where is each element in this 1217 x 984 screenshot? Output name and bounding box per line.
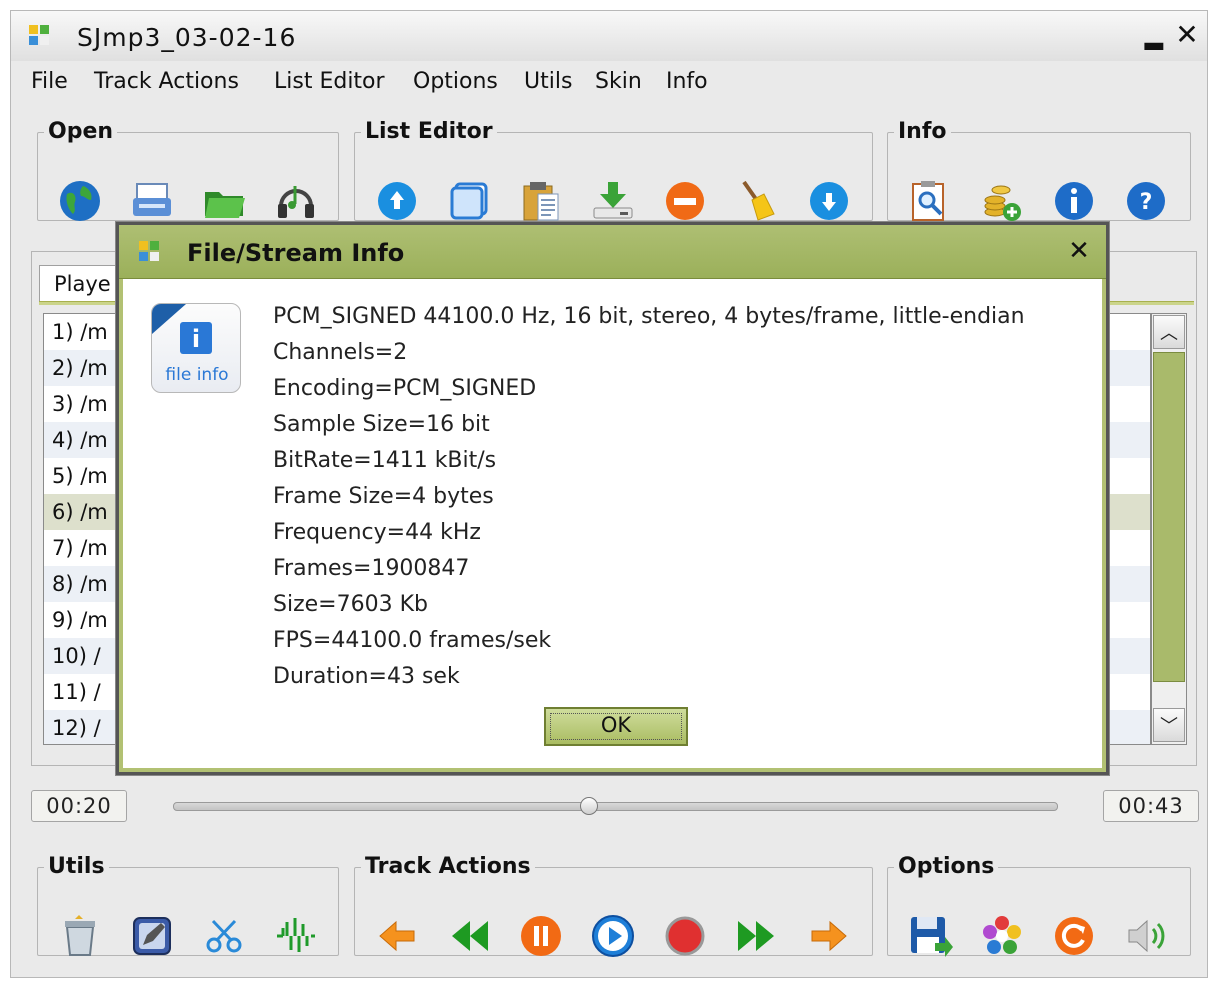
select-all-icon[interactable]: [445, 177, 493, 225]
file-info-icon: i file info: [151, 303, 241, 393]
edit-icon[interactable]: [128, 912, 176, 960]
scroll-down-button[interactable]: ﹀: [1153, 708, 1185, 742]
sample-size-line: Sample Size=16 bit: [273, 412, 490, 437]
scroll-thumb[interactable]: [1153, 352, 1185, 682]
pause-icon[interactable]: [517, 912, 565, 960]
frequency-line: Frequency=44 kHz: [273, 520, 481, 545]
recycle-bin-icon[interactable]: [56, 912, 104, 960]
app-logo-icon: [29, 25, 49, 45]
menu-options[interactable]: Options: [413, 68, 498, 96]
menu-info[interactable]: Info: [666, 68, 708, 96]
bitrate-line: BitRate=1411 kBit/s: [273, 448, 497, 473]
utils-group-label: Utils: [48, 854, 105, 879]
options-group: Options: [887, 854, 1191, 957]
minimize-button[interactable]: ▂: [1142, 21, 1166, 51]
open-group-label: Open: [48, 119, 114, 144]
track-actions-group: Track Actions: [354, 854, 873, 957]
file-info-icon-letter: i: [192, 325, 200, 353]
clipboard-icon[interactable]: [517, 177, 565, 225]
scissors-icon[interactable]: [200, 912, 248, 960]
list-editor-group-label: List Editor: [365, 119, 493, 144]
save-icon[interactable]: [906, 912, 954, 960]
rewind-icon[interactable]: [445, 912, 493, 960]
help-icon[interactable]: ?: [1122, 177, 1170, 225]
close-button[interactable]: ✕: [1172, 19, 1202, 51]
title-bar: SJmp3_03-02-16 ▂ ✕: [11, 11, 1207, 61]
playlist-scrollbar[interactable]: ︿ ﹀: [1151, 313, 1187, 745]
record-icon[interactable]: [661, 912, 709, 960]
seek-knob[interactable]: [580, 797, 598, 815]
svg-text:?: ?: [1140, 190, 1153, 215]
broom-icon[interactable]: [733, 177, 781, 225]
skin-flower-icon[interactable]: [978, 912, 1026, 960]
move-down-icon[interactable]: [805, 177, 853, 225]
play-icon[interactable]: [589, 912, 637, 960]
forward-arrow-icon[interactable]: [805, 912, 853, 960]
fast-forward-icon[interactable]: [733, 912, 781, 960]
list-editor-group: List Editor: [354, 121, 873, 221]
dialog-body: i file info PCM_SIGNED 44100.0 Hz, 16 bi…: [119, 279, 1106, 772]
track-actions-group-label: Track Actions: [365, 854, 531, 879]
ok-button[interactable]: OK: [544, 707, 688, 746]
menu-file[interactable]: File: [31, 68, 68, 96]
duration-line: Duration=43 sek: [273, 664, 460, 689]
info-group-label: Info: [898, 119, 947, 144]
menu-list-editor[interactable]: List Editor: [274, 68, 385, 96]
globe-icon[interactable]: [56, 177, 104, 225]
encoding-line: Encoding=PCM_SIGNED: [273, 376, 537, 401]
refresh-icon[interactable]: [1050, 912, 1098, 960]
file-search-icon[interactable]: [906, 177, 954, 225]
file-info-icon-label: file info: [165, 365, 228, 385]
move-up-icon[interactable]: [373, 177, 421, 225]
back-arrow-icon[interactable]: [373, 912, 421, 960]
elapsed-time: 00:20: [31, 790, 127, 822]
seek-slider[interactable]: [173, 797, 1058, 815]
info-icon[interactable]: [1050, 177, 1098, 225]
coins-add-icon[interactable]: [978, 177, 1026, 225]
options-group-label: Options: [898, 854, 995, 879]
dialog-close-button[interactable]: ✕: [1063, 235, 1095, 267]
scanner-icon[interactable]: [128, 177, 176, 225]
music-headphones-icon[interactable]: [272, 177, 320, 225]
menu-bar: File Track Actions List Editor Options U…: [11, 63, 1207, 101]
frames-line: Frames=1900847: [273, 556, 470, 581]
utils-group: Utils: [37, 856, 339, 956]
window-title: SJmp3_03-02-16: [77, 23, 297, 52]
dialog-title: File/Stream Info: [187, 239, 405, 267]
chevron-down-icon: ﹀: [1160, 716, 1178, 737]
folder-icon[interactable]: [200, 177, 248, 225]
open-group: Open: [37, 121, 339, 221]
waveform-icon[interactable]: [272, 912, 320, 960]
format-line: PCM_SIGNED 44100.0 Hz, 16 bit, stereo, 4…: [273, 304, 1025, 329]
menu-utils[interactable]: Utils: [524, 68, 572, 96]
app-logo-icon: [139, 241, 159, 261]
menu-skin[interactable]: Skin: [595, 68, 642, 96]
channels-line: Channels=2: [273, 340, 408, 365]
chevron-up-icon: ︿: [1160, 323, 1178, 344]
stream-info-lines: PCM_SIGNED 44100.0 Hz, 16 bit, stereo, 4…: [273, 299, 1025, 695]
frame-size-line: Frame Size=4 bytes: [273, 484, 494, 509]
menu-track-actions[interactable]: Track Actions: [94, 68, 239, 96]
file-stream-info-dialog: File/Stream Info ✕ i file info PCM_SIGNE…: [116, 222, 1109, 775]
dialog-title-bar: File/Stream Info ✕: [119, 225, 1106, 279]
total-time: 00:43: [1103, 790, 1199, 822]
scroll-up-button[interactable]: ︿: [1153, 315, 1185, 349]
volume-icon[interactable]: [1122, 912, 1170, 960]
fps-line: FPS=44100.0 frames/sek: [273, 628, 552, 653]
info-group: Info ?: [887, 121, 1191, 221]
size-line: Size=7603 Kb: [273, 592, 428, 617]
download-icon[interactable]: [589, 177, 637, 225]
remove-icon[interactable]: [661, 177, 709, 225]
